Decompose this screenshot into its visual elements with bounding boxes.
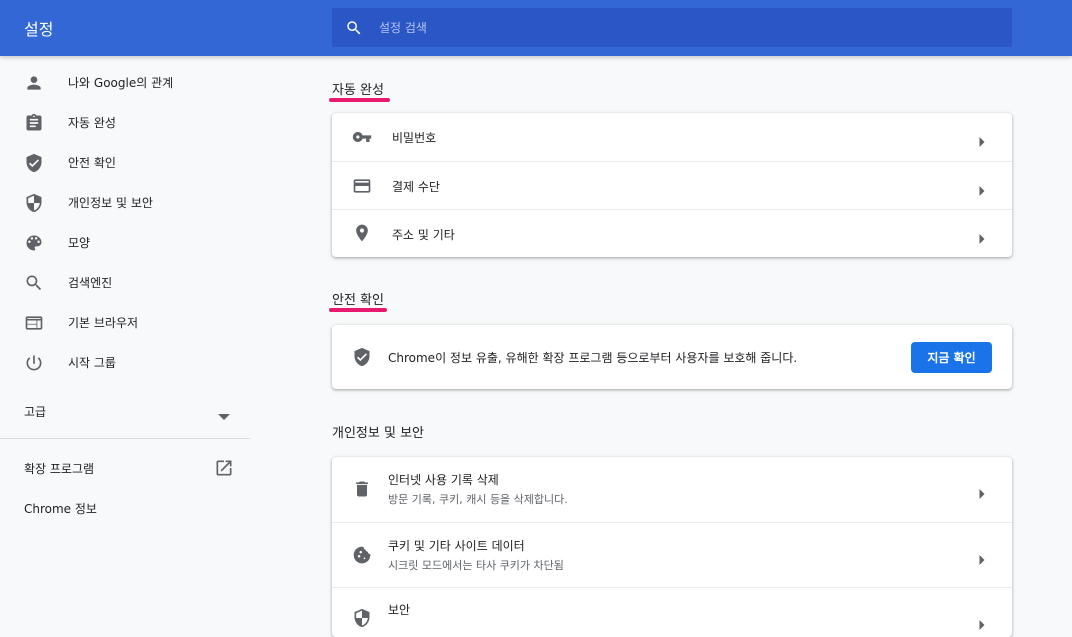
shield-half-icon xyxy=(352,608,372,628)
shield-half-icon xyxy=(24,193,44,213)
sidebar-item-label: 자동 완성 xyxy=(68,116,116,130)
key-icon xyxy=(352,127,372,147)
row-label: 인터넷 사용 기록 삭제 xyxy=(388,473,499,487)
row-clear-browsing-data[interactable]: 인터넷 사용 기록 삭제 방문 기록, 쿠키, 캐시 등을 삭제합니다. xyxy=(332,457,1012,522)
arrow-right-icon xyxy=(978,229,986,244)
sidebar-item-you-and-google[interactable]: 나와 Google의 관계 xyxy=(0,62,250,102)
row-label: 비밀번호 xyxy=(392,131,437,145)
sidebar-item-label: 모양 xyxy=(68,236,91,250)
about-label: Chrome 정보 xyxy=(24,502,97,516)
sidebar-item-label: 시작 그룹 xyxy=(68,356,116,370)
sidebar-item-autofill[interactable]: 자동 완성 xyxy=(0,102,250,142)
location-pin-icon xyxy=(352,223,372,243)
autofill-card: 비밀번호 결제 수단 주소 및 기타 xyxy=(332,113,1012,257)
sidebar-item-label: 안전 확인 xyxy=(68,156,116,170)
search-icon xyxy=(24,273,44,293)
sidebar-divider xyxy=(0,438,250,439)
palette-icon xyxy=(24,233,44,253)
cookie-icon xyxy=(352,545,372,565)
sidebar-item-default-browser[interactable]: 기본 브라우저 xyxy=(0,302,250,342)
trash-icon xyxy=(352,479,372,499)
browser-window-icon xyxy=(24,313,44,333)
row-label: 결제 수단 xyxy=(392,180,440,194)
section-title-privacy-security: 개인정보 및 보안 xyxy=(332,426,424,441)
shield-check-icon xyxy=(24,153,44,173)
sidebar-item-about-chrome[interactable]: Chrome 정보 xyxy=(0,488,250,528)
row-label: 쿠키 및 기타 사이트 데이터 xyxy=(388,539,525,553)
sidebar: 나와 Google의 관계 자동 완성 안전 확인 개인정보 및 보안 모양 검… xyxy=(0,56,250,617)
highlight-underline xyxy=(329,308,387,312)
sidebar-item-extensions[interactable]: 확장 프로그램 xyxy=(0,448,250,488)
sidebar-item-label: 기본 브라우저 xyxy=(68,316,139,330)
arrow-right-icon xyxy=(978,132,986,147)
sidebar-item-label: 나와 Google의 관계 xyxy=(68,76,174,90)
row-addresses[interactable]: 주소 및 기타 xyxy=(332,209,1012,257)
chevron-down-icon xyxy=(218,406,230,425)
extensions-label: 확장 프로그램 xyxy=(24,462,95,476)
row-passwords[interactable]: 비밀번호 xyxy=(332,113,1012,161)
arrow-right-icon xyxy=(978,181,986,196)
open-in-new-icon xyxy=(214,458,234,478)
highlight-underline xyxy=(329,98,390,102)
safety-check-description: Chrome이 정보 유출, 유해한 확장 프로그램 등으로부터 사용자를 보호… xyxy=(388,351,798,365)
top-bar: 설정 xyxy=(0,0,1072,56)
person-icon xyxy=(24,73,44,93)
search-box[interactable] xyxy=(332,8,1012,47)
sidebar-advanced-toggle[interactable]: 고급 xyxy=(0,390,250,430)
arrow-right-icon xyxy=(978,484,986,499)
search-input[interactable] xyxy=(377,19,957,36)
section-title-autofill: 자동 완성 xyxy=(332,83,384,98)
shield-check-icon xyxy=(352,347,372,367)
advanced-label: 고급 xyxy=(24,405,47,419)
safety-check-card: Chrome이 정보 유출, 유해한 확장 프로그램 등으로부터 사용자를 보호… xyxy=(332,325,1012,389)
sidebar-item-appearance[interactable]: 모양 xyxy=(0,222,250,262)
credit-card-icon xyxy=(352,176,372,196)
sidebar-item-privacy-security[interactable]: 개인정보 및 보안 xyxy=(0,182,250,222)
section-title-safety-check: 안전 확인 xyxy=(332,293,384,308)
row-cookies[interactable]: 쿠키 및 기타 사이트 데이터 시크릿 모드에서는 타사 쿠키가 차단됨 xyxy=(332,522,1012,587)
power-icon xyxy=(24,353,44,373)
sidebar-item-safety-check[interactable]: 안전 확인 xyxy=(0,142,250,182)
search-icon[interactable] xyxy=(345,19,363,37)
sidebar-item-label: 검색엔진 xyxy=(68,276,113,290)
sidebar-item-search-engine[interactable]: 검색엔진 xyxy=(0,262,250,302)
row-label: 보안 xyxy=(388,603,411,617)
row-security[interactable]: 보안 xyxy=(332,587,1012,637)
sidebar-item-label: 개인정보 및 보안 xyxy=(68,196,153,210)
row-sublabel: 시크릿 모드에서는 타사 쿠키가 차단됨 xyxy=(388,559,564,572)
row-label: 주소 및 기타 xyxy=(392,228,455,242)
clipboard-icon xyxy=(24,113,44,133)
check-now-button[interactable]: 지금 확인 xyxy=(911,342,992,373)
sidebar-item-on-startup[interactable]: 시작 그룹 xyxy=(0,342,250,382)
row-payment-methods[interactable]: 결제 수단 xyxy=(332,161,1012,209)
page-title: 설정 xyxy=(24,20,54,39)
arrow-right-icon xyxy=(978,550,986,565)
row-sublabel: 방문 기록, 쿠키, 캐시 등을 삭제합니다. xyxy=(388,493,568,506)
privacy-card: 인터넷 사용 기록 삭제 방문 기록, 쿠키, 캐시 등을 삭제합니다. 쿠키 … xyxy=(332,457,1012,637)
